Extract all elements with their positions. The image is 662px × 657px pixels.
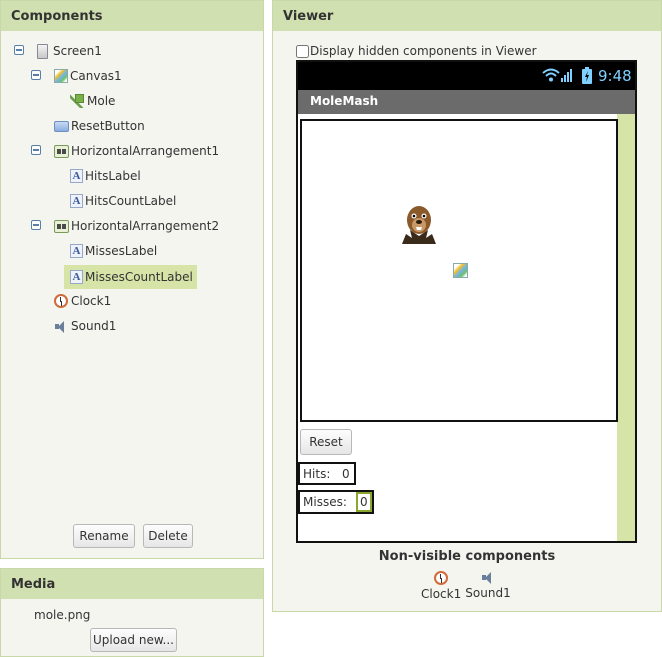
status-bar: 9:48 [298, 62, 635, 90]
non-visible-clock1[interactable]: Clock1 [421, 571, 461, 601]
label-icon: A [70, 244, 83, 258]
tree-item-missescountlabel[interactable]: A MissesCountLabel [64, 265, 197, 289]
screen-icon [37, 43, 48, 59]
tree-item-label: HitsCountLabel [85, 194, 177, 208]
media-panel-title: Media [1, 569, 263, 599]
tree-item-canvas1[interactable]: Canvas1 [54, 65, 122, 87]
upload-new-button[interactable]: Upload new... [90, 628, 177, 652]
canvas-icon [54, 69, 68, 83]
collapse-toggle-horizontalarrangement2[interactable] [31, 220, 41, 230]
tree-item-horizontalarrangement1[interactable]: HorizontalArrangement1 [54, 140, 219, 162]
status-time: 9:48 [598, 67, 632, 85]
tree-item-screen1[interactable]: Screen1 [37, 40, 102, 62]
label-icon: A [70, 270, 83, 284]
tree-item-label: Canvas1 [70, 69, 122, 83]
clock-icon [54, 294, 68, 308]
tree-item-label: MissesLabel [85, 244, 158, 258]
horizontal-arrangement-icon [54, 144, 69, 158]
clock-icon [434, 571, 448, 585]
non-visible-sound1[interactable]: Sound1 [465, 571, 511, 600]
horizontal-arrangement-icon [54, 219, 69, 233]
canvas1-preview[interactable] [300, 119, 618, 422]
tree-item-hitscountlabel[interactable]: A HitsCountLabel [70, 190, 176, 212]
components-panel: Components Screen1 Canvas1 Mole ResetBut… [0, 0, 264, 559]
tree-item-label: Mole [87, 94, 116, 108]
viewer-panel-title: Viewer [273, 1, 661, 31]
tree-item-misseslabel[interactable]: A MissesLabel [70, 240, 157, 262]
phone-preview: 9:48 MoleMash Reset Hits: 0 Misses: 0 [296, 60, 637, 543]
tree-item-resetbutton[interactable]: ResetButton [54, 115, 145, 137]
tree-item-label: Screen1 [53, 44, 102, 58]
non-visible-label: Sound1 [465, 586, 511, 600]
components-panel-title: Components [1, 1, 263, 31]
display-hidden-checkbox[interactable] [296, 44, 309, 58]
collapse-toggle-canvas1[interactable] [31, 70, 41, 80]
app-title-bar: MoleMash [298, 90, 635, 114]
canvas-icon [453, 263, 468, 278]
non-visible-components-title: Non-visible components [378, 549, 556, 564]
wifi-icon [542, 68, 560, 82]
label-icon: A [70, 169, 83, 183]
label-icon: A [70, 194, 83, 208]
tree-item-label: HorizontalArrangement1 [71, 144, 220, 158]
tree-item-label: ResetButton [71, 119, 145, 133]
tree-item-label: HitsLabel [85, 169, 141, 183]
mole-sprite[interactable] [400, 204, 438, 246]
delete-button[interactable]: Delete [143, 524, 193, 548]
app-title: MoleMash [310, 94, 379, 108]
hits-label: Hits: [303, 467, 331, 481]
horizontal-arrangement2-preview[interactable]: Misses: 0 [298, 490, 374, 514]
hits-count-label: 0 [342, 467, 350, 481]
tree-item-label: HorizontalArrangement2 [71, 219, 220, 233]
button-icon [54, 120, 69, 132]
misses-label: Misses: [303, 495, 347, 509]
sound-icon [481, 571, 495, 584]
horizontal-arrangement1-preview[interactable]: Hits: 0 [298, 462, 356, 485]
sound-icon [54, 320, 68, 333]
collapse-toggle-horizontalarrangement1[interactable] [31, 145, 41, 155]
display-hidden-label: Display hidden components in Viewer [310, 44, 537, 58]
rename-button[interactable]: Rename [73, 524, 135, 548]
tree-item-hitslabel[interactable]: A HitsLabel [70, 165, 141, 187]
media-panel: Media mole.png Upload new... [0, 568, 264, 657]
display-hidden-row: Display hidden components in Viewer [296, 44, 537, 58]
signal-icon [561, 69, 572, 82]
misses-count-label[interactable]: 0 [356, 492, 372, 512]
tree-item-label: MissesCountLabel [85, 270, 193, 284]
tree-item-label: Sound1 [71, 319, 117, 333]
tree-item-horizontalarrangement2[interactable]: HorizontalArrangement2 [54, 215, 219, 237]
non-visible-label: Clock1 [421, 587, 462, 601]
battery-charging-icon [582, 67, 592, 84]
screen-scroll-strip [617, 114, 635, 541]
tree-item-clock1[interactable]: Clock1 [54, 290, 111, 312]
tree-item-label: Clock1 [71, 294, 112, 308]
image-sprite-icon [70, 94, 84, 108]
tree-item-sound1[interactable]: Sound1 [54, 315, 116, 337]
media-file-item[interactable]: mole.png [34, 608, 90, 622]
reset-button[interactable]: Reset [300, 429, 352, 455]
collapse-toggle-screen1[interactable] [14, 45, 24, 55]
tree-item-mole[interactable]: Mole [70, 90, 115, 112]
